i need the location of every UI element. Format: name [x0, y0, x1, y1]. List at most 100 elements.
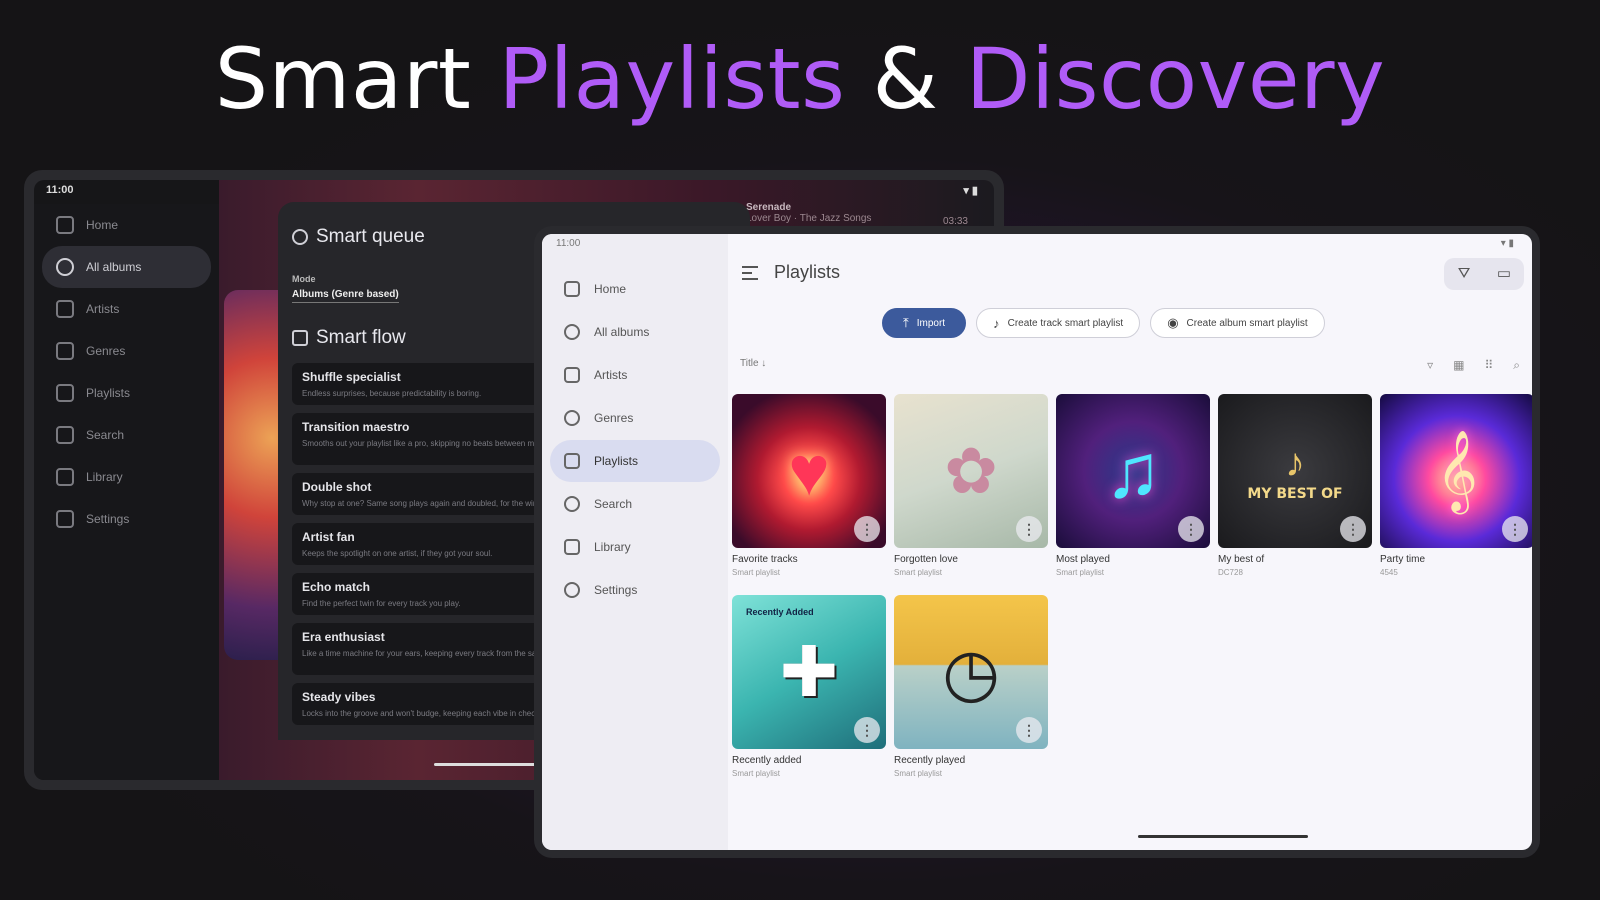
library-icon	[564, 539, 580, 555]
nav-label: Home	[86, 218, 119, 232]
playlist-tile[interactable]: 𝄞 ⋮ Party time 4545	[1380, 394, 1532, 577]
back-nav-all-albums[interactable]: All albums	[42, 246, 211, 288]
nav-label: Search	[594, 497, 633, 511]
import-button[interactable]: ⤒ Import	[882, 308, 967, 338]
nav-label: Genres	[594, 411, 634, 425]
home-indicator[interactable]	[1138, 835, 1308, 838]
compact-view-icon[interactable]: ⠿	[1484, 358, 1493, 373]
playlists-icon	[742, 265, 758, 280]
action-buttons: ⤒ Import ♪ Create track smart playlist ◉ Cr…	[882, 308, 1325, 338]
back-nav-home[interactable]: Home	[34, 204, 219, 246]
mode-select[interactable]: Albums (Genre based)	[292, 289, 399, 303]
nav-label: Home	[594, 282, 627, 296]
filter-icon[interactable]: ▿	[1427, 358, 1433, 373]
nav-settings[interactable]: Settings	[550, 569, 720, 611]
back-nav-artists[interactable]: Artists	[34, 288, 219, 330]
nav-home[interactable]: Home	[550, 268, 720, 310]
front-nav-rail: Home All albums Artists Genres Playlists…	[542, 234, 728, 850]
library-icon	[56, 468, 74, 486]
home-icon	[564, 281, 580, 297]
back-nav-library[interactable]: Library	[34, 456, 219, 498]
status-time: 11:00	[556, 238, 581, 249]
create-album-smart-playlist-button[interactable]: ◉ Create album smart playlist	[1150, 308, 1325, 338]
nav-label: Playlists	[86, 386, 131, 400]
header-actions: ⛛ ▭	[1444, 258, 1524, 290]
create-album-label: Create album smart playlist	[1186, 317, 1308, 329]
nav-label: Search	[86, 428, 125, 442]
playlist-name: Most played	[1056, 554, 1110, 565]
playlist-tile[interactable]: Recently Added ✚ ⋮ Recently added Smart pl…	[732, 595, 886, 778]
more-options-icon[interactable]: ⋮	[1340, 516, 1366, 542]
headline-part-3: &	[845, 30, 966, 128]
search-icon	[56, 426, 74, 444]
playlist-name: Recently played	[894, 755, 966, 766]
playlist-name: Party time	[1380, 554, 1426, 565]
playlist-subtitle: 4545	[1380, 568, 1398, 577]
back-nav-rail: Home All albums Artists Genres Playlists…	[34, 204, 219, 780]
playlist-tile[interactable]: ◷ ⋮ Recently played Smart playlist	[894, 595, 1048, 778]
playlist-tile[interactable]: ✿ ⋮ Forgotten love Smart playlist	[894, 394, 1048, 577]
more-options-icon[interactable]: ⋮	[1502, 516, 1528, 542]
headline-part-2: Playlists	[498, 30, 846, 128]
playlist-cover: ✿ ⋮	[894, 394, 1048, 548]
import-label: Import	[916, 317, 946, 329]
playlist-cover: ♫ ⋮	[1056, 394, 1210, 548]
more-options-icon[interactable]: ⋮	[854, 717, 880, 743]
playlist-cover: ◷ ⋮	[894, 595, 1048, 749]
grid-view-icon[interactable]: ▦	[1453, 358, 1464, 373]
album-icon: ◉	[1167, 315, 1179, 330]
playlist-name: Forgotten love	[894, 554, 958, 565]
playlist-subtitle: Smart playlist	[732, 568, 781, 577]
playlist-subtitle: Smart playlist	[894, 568, 943, 577]
create-track-smart-playlist-button[interactable]: ♪ Create track smart playlist	[976, 308, 1141, 338]
sort-by-title[interactable]: Title ↓	[740, 358, 766, 373]
more-options-icon[interactable]: ⋮	[854, 516, 880, 542]
filter-icon[interactable]: ⛛	[1454, 264, 1474, 284]
back-nav-genres[interactable]: Genres	[34, 330, 219, 372]
front-screen: Home All albums Artists Genres Playlists…	[542, 234, 1532, 850]
genres-icon	[56, 342, 74, 360]
back-nav-settings[interactable]: Settings	[34, 498, 219, 540]
nav-library[interactable]: Library	[550, 526, 720, 568]
smart-queue-icon	[292, 229, 308, 245]
nav-playlists[interactable]: Playlists	[550, 440, 720, 482]
nav-label: All albums	[594, 325, 650, 339]
playlists-icon	[564, 453, 580, 469]
nav-artists[interactable]: Artists	[550, 354, 720, 396]
nav-label: Library	[86, 470, 123, 484]
playlist-name: Recently added	[732, 755, 802, 766]
front-tablet: Home All albums Artists Genres Playlists…	[534, 226, 1540, 858]
music-note-icon: ♪	[993, 315, 1000, 331]
nav-label: Genres	[86, 344, 126, 358]
playlist-tile[interactable]: ♥ ⋮ Favorite tracks Smart playlist	[732, 394, 886, 577]
back-nav-search[interactable]: Search	[34, 414, 219, 456]
nav-all-albums[interactable]: All albums	[550, 311, 720, 353]
genres-icon	[564, 410, 580, 426]
nav-label: Playlists	[594, 454, 639, 468]
nav-label: Artists	[86, 302, 120, 316]
album-icon	[56, 258, 74, 276]
artists-icon	[564, 367, 580, 383]
more-options-icon[interactable]: ⋮	[1178, 516, 1204, 542]
playlist-name: Favorite tracks	[732, 554, 798, 565]
more-options-icon[interactable]: ⋮	[1016, 516, 1042, 542]
cast-icon[interactable]: ▭	[1494, 264, 1514, 284]
nav-genres[interactable]: Genres	[550, 397, 720, 439]
playlist-subtitle: DC728	[1218, 568, 1243, 577]
nav-search[interactable]: Search	[550, 483, 720, 525]
playlist-cover: ♥ ⋮	[732, 394, 886, 548]
status-time: 11:00	[46, 184, 74, 196]
playlist-subtitle: Smart playlist	[732, 769, 781, 778]
upload-icon: ⤒	[903, 315, 909, 330]
search-icon[interactable]: ⌕	[1513, 358, 1520, 373]
now-playing[interactable]: Serenade Lover Boy · The Jazz Songs 03:3…	[746, 202, 982, 227]
more-options-icon[interactable]: ⋮	[1016, 717, 1042, 743]
view-options: ▿ ▦ ⠿ ⌕	[1427, 358, 1520, 373]
playlist-cover: ♪ MY BEST OF ⋮	[1218, 394, 1372, 548]
cover-text: MY BEST OF	[1247, 485, 1343, 502]
playlist-tile[interactable]: ♫ ⋮ Most played Smart playlist	[1056, 394, 1210, 577]
playlist-tile[interactable]: ♪ MY BEST OF ⋮ My best of DC728	[1218, 394, 1372, 577]
back-nav-playlists[interactable]: Playlists	[34, 372, 219, 414]
nav-label: Settings	[594, 583, 638, 597]
playlist-name: My best of	[1218, 554, 1265, 565]
